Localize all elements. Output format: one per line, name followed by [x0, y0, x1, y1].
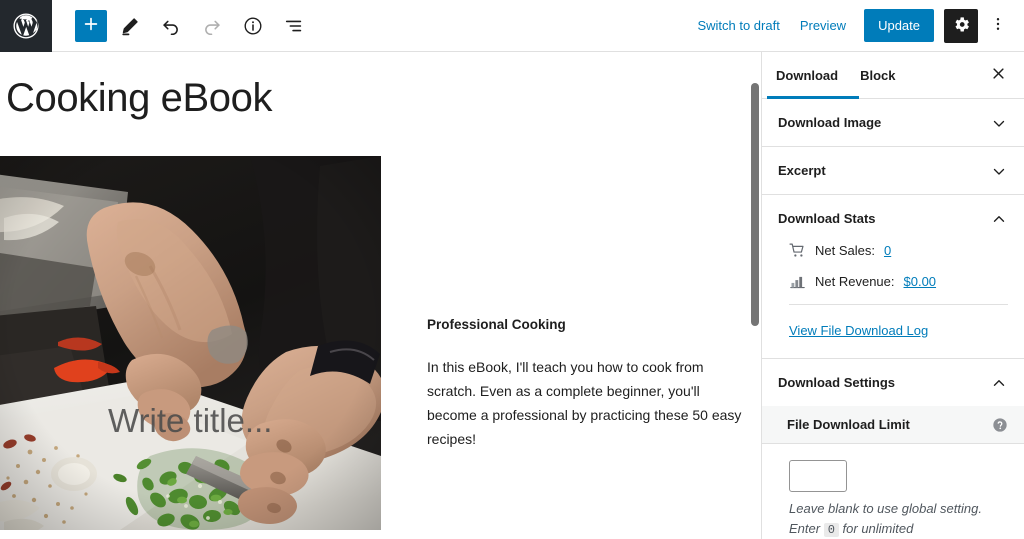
- toolbar-right-group: Switch to draft Preview Update: [687, 0, 1024, 52]
- panel-download-image-toggle[interactable]: Download Image: [762, 99, 1024, 146]
- panel-download-settings-title: Download Settings: [778, 375, 895, 390]
- hint-enter: Enter: [789, 521, 821, 537]
- panel-download-image-title: Download Image: [778, 115, 882, 130]
- hint-line-1: Leave blank to use global setting.: [789, 501, 982, 516]
- tab-block[interactable]: Block: [852, 52, 909, 99]
- help-circle-icon[interactable]: [992, 417, 1008, 433]
- panel-download-stats-title: Download Stats: [778, 211, 876, 226]
- setting-row-file-download-limit: File Download Limit: [762, 406, 1024, 444]
- chevron-up-icon: [990, 210, 1008, 228]
- redo-button[interactable]: [194, 8, 230, 44]
- text-block[interactable]: Professional Cooking In this eBook, I'll…: [427, 315, 742, 452]
- chart-icon: [789, 273, 806, 290]
- list-view-icon: [283, 15, 305, 37]
- file-download-limit-label: File Download Limit: [787, 417, 910, 432]
- redo-icon: [201, 15, 223, 37]
- chevron-down-icon: [990, 114, 1008, 132]
- switch-to-draft-button[interactable]: Switch to draft: [687, 13, 789, 38]
- stat-row-net-revenue: Net Revenue: $0.00: [789, 273, 1008, 290]
- tools-button[interactable]: [112, 8, 148, 44]
- cooking-photo-image: [0, 156, 381, 530]
- panel-download-stats: Download Stats Net Sales: 0 Net Revenue:…: [762, 195, 1024, 359]
- file-download-limit-hint: Leave blank to use global setting. Enter…: [789, 499, 1008, 539]
- close-sidebar-button[interactable]: [980, 57, 1016, 93]
- cover-image-block[interactable]: Write title...: [0, 156, 381, 530]
- canvas-scrollbar[interactable]: [751, 83, 759, 326]
- close-icon: [991, 66, 1006, 84]
- hint-line-2: for unlimited: [842, 521, 914, 537]
- file-download-limit-input[interactable]: [789, 460, 847, 492]
- pencil-icon: [119, 15, 141, 37]
- gear-icon: [952, 15, 971, 37]
- text-block-heading[interactable]: Professional Cooking: [427, 315, 742, 335]
- hint-code-value: 0: [823, 523, 839, 538]
- tab-download[interactable]: Download: [762, 52, 852, 99]
- file-download-limit-field-wrap: Leave blank to use global setting. Enter…: [762, 444, 1024, 539]
- net-revenue-label: Net Revenue:: [815, 274, 895, 289]
- undo-button[interactable]: [153, 8, 189, 44]
- chevron-down-icon: [990, 162, 1008, 180]
- add-block-button[interactable]: [75, 9, 107, 42]
- net-revenue-value[interactable]: $0.00: [904, 274, 937, 289]
- panel-excerpt-title: Excerpt: [778, 163, 826, 178]
- undo-icon: [160, 15, 182, 37]
- settings-button[interactable]: [944, 8, 978, 43]
- panel-excerpt-toggle[interactable]: Excerpt: [762, 147, 1024, 194]
- toolbar-left-group: [52, 0, 312, 52]
- editor-toolbar: Switch to draft Preview Update: [0, 0, 1024, 52]
- settings-sidebar: Download Block Download Image Excerpt Do…: [761, 52, 1024, 539]
- more-options-button[interactable]: [980, 8, 1016, 44]
- panel-download-settings-toggle[interactable]: Download Settings: [762, 359, 1024, 406]
- cart-icon: [789, 242, 806, 259]
- editor-canvas[interactable]: Cooking eBook Write title... Professiona…: [0, 52, 761, 539]
- download-stats-body: Net Sales: 0 Net Revenue: $0.00 View Fil…: [762, 242, 1024, 358]
- panel-excerpt: Excerpt: [762, 147, 1024, 195]
- wordpress-logo-button[interactable]: [0, 0, 52, 52]
- stats-divider: [789, 304, 1008, 305]
- plus-icon: [81, 14, 101, 37]
- panel-download-settings: Download Settings File Download Limit Le…: [762, 359, 1024, 539]
- text-block-body[interactable]: In this eBook, I'll teach you how to coo…: [427, 355, 742, 451]
- view-file-download-log-link[interactable]: View File Download Log: [789, 323, 928, 338]
- page-title[interactable]: Cooking eBook: [0, 52, 761, 122]
- wordpress-logo-icon: [11, 11, 41, 41]
- update-button[interactable]: Update: [864, 9, 934, 42]
- more-vertical-icon: [988, 14, 1008, 37]
- details-button[interactable]: [235, 8, 271, 44]
- stat-row-net-sales: Net Sales: 0: [789, 242, 1008, 259]
- panel-download-image: Download Image: [762, 99, 1024, 147]
- chevron-up-icon: [990, 374, 1008, 392]
- panel-download-stats-toggle[interactable]: Download Stats: [762, 195, 1024, 242]
- net-sales-value[interactable]: 0: [884, 243, 891, 258]
- info-circle-icon: [242, 15, 264, 37]
- list-view-button[interactable]: [276, 8, 312, 44]
- sidebar-tabs: Download Block: [762, 52, 1024, 99]
- preview-button[interactable]: Preview: [790, 13, 856, 38]
- net-sales-label: Net Sales:: [815, 243, 875, 258]
